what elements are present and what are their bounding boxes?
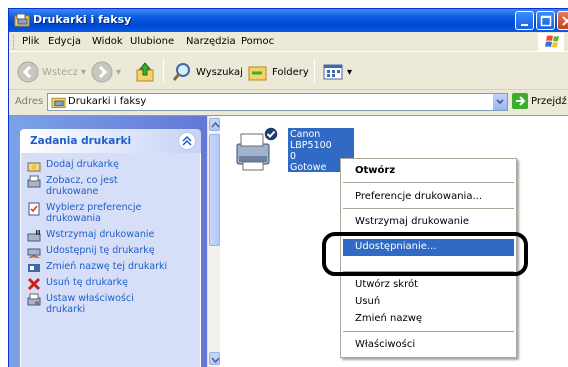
task-label: Zmień nazwę tej drukarki — [46, 261, 168, 272]
printer-tasks-header[interactable]: Zadania drukarki — [20, 129, 201, 153]
properties-icon — [27, 293, 41, 306]
menu-file[interactable]: Plik — [22, 36, 39, 47]
minimize-button[interactable] — [515, 11, 534, 30]
toolbar-separator — [314, 59, 315, 83]
forward-button[interactable]: ▾ — [91, 59, 121, 85]
printer-icon — [236, 126, 279, 171]
folders-label: Foldery — [272, 66, 309, 78]
task-label: Wstrzymaj drukowanie — [46, 229, 155, 240]
task-pane: Zadania drukarki Dodaj drukarkę Zobacz, … — [9, 116, 219, 367]
menu-item-create-shortcut[interactable]: Utwórz skrót — [355, 279, 418, 290]
printers-folder-icon — [51, 97, 66, 109]
task-rename-printer[interactable]: Zmień nazwę tej drukarki — [27, 261, 167, 275]
printer-tasks-panel: Zadania drukarki Dodaj drukarkę Zobacz, … — [20, 129, 201, 367]
preferences-icon — [28, 202, 40, 216]
search-icon — [172, 63, 190, 81]
search-button[interactable]: Wyszukaj — [171, 59, 243, 85]
menu-item-pause-printing[interactable]: Wstrzymaj drukowanie — [355, 216, 469, 227]
task-label: Dodaj drukarkę — [46, 159, 120, 170]
pause-printer-icon — [27, 230, 41, 242]
menu-bar: Plik Edycja Widok Ulubione Narzędzia Pom… — [9, 32, 568, 52]
menu-item-delete[interactable]: Usuń — [355, 296, 380, 307]
scroll-thumb[interactable] — [209, 134, 220, 246]
task-label: Udostępnij tę drukarkę — [46, 245, 155, 256]
highlight-callout — [322, 232, 528, 276]
content-area: Zadania drukarki Dodaj drukarkę Zobacz, … — [9, 115, 568, 367]
task-delete-printer[interactable]: Usuń tę drukarkę — [27, 277, 128, 291]
maximize-button[interactable] — [536, 11, 555, 30]
menu-favorites[interactable]: Ulubione — [130, 36, 174, 47]
back-button[interactable]: Wstecz ▾ — [17, 59, 86, 85]
print-queue-icon — [27, 175, 41, 188]
task-printing-preferences[interactable]: Wybierz preferencje drukowania — [27, 202, 157, 224]
up-folder-button[interactable] — [135, 59, 155, 85]
menu-edit[interactable]: Edycja — [48, 36, 81, 47]
delete-icon — [27, 277, 41, 291]
menu-item-properties[interactable]: Właściwości — [355, 339, 415, 350]
scroll-up-arrow[interactable] — [209, 118, 220, 131]
menu-item-rename[interactable]: Zmień nazwę — [355, 313, 422, 324]
menu-help[interactable]: Pomoc — [241, 36, 274, 47]
title-bar[interactable]: Drukarki i faksy — [9, 9, 568, 32]
forward-dropdown-icon[interactable]: ▾ — [116, 67, 121, 78]
standard-toolbar: Wstecz ▾ ▾ Wyszukaj Foldery ▾ — [9, 53, 568, 90]
up-folder-icon — [136, 62, 154, 82]
printer-name: Canon LBP5100 — [290, 129, 332, 151]
printers-folder-icon — [14, 13, 30, 27]
window-title: Drukarki i faksy — [33, 13, 132, 26]
task-add-printer[interactable]: Dodaj drukarkę — [27, 159, 119, 173]
task-pane-scrollbar[interactable] — [207, 116, 220, 367]
add-printer-icon — [27, 162, 41, 172]
menu-view[interactable]: Widok — [92, 36, 123, 47]
back-label: Wstecz — [42, 66, 78, 78]
address-dropdown-button[interactable] — [492, 94, 507, 110]
task-printer-properties[interactable]: Ustaw właściwości drukarki — [27, 293, 157, 315]
menu-grip — [13, 35, 16, 49]
task-label: Usuń tę drukarkę — [46, 277, 128, 288]
address-field[interactable]: Drukarki i faksy — [47, 93, 508, 111]
back-dropdown-icon[interactable]: ▾ — [81, 67, 86, 78]
task-see-printing[interactable]: Zobacz, co jest drukowane — [27, 175, 157, 197]
collapse-chevron-icon[interactable] — [178, 132, 196, 150]
printer-tasks-title: Zadania drukarki — [30, 135, 132, 147]
scroll-down-arrow[interactable] — [209, 352, 220, 365]
task-label: Wybierz preferencje drukowania — [46, 202, 142, 224]
go-button[interactable]: Przejdź — [512, 93, 567, 109]
views-icon — [323, 64, 343, 80]
menu-item-printing-preferences[interactable]: Preferencje drukowania... — [355, 191, 482, 202]
task-share-printer[interactable]: Udostępnij tę drukarkę — [27, 245, 155, 259]
go-arrow-icon — [512, 93, 528, 109]
menu-item-open[interactable]: Otwórz — [355, 165, 395, 176]
go-label: Przejdź — [531, 95, 567, 107]
menu-separator — [343, 182, 514, 183]
task-label: Zobacz, co jest drukowane — [46, 175, 118, 197]
windows-logo-icon — [538, 33, 564, 51]
close-button[interactable] — [557, 11, 568, 30]
task-label: Ustaw właściwości drukarki — [46, 293, 134, 315]
forward-arrow-icon — [91, 61, 113, 83]
back-arrow-icon — [17, 61, 39, 83]
explorer-window: Drukarki i faksy Plik Edycja Widok Ulubi… — [8, 8, 568, 367]
folders-button[interactable]: Foldery — [247, 59, 309, 85]
rename-icon — [28, 264, 40, 272]
toolbar-separator — [163, 59, 164, 83]
address-label: Adres — [15, 96, 44, 107]
share-printer-icon — [27, 248, 41, 259]
views-dropdown-icon[interactable]: ▾ — [347, 67, 352, 78]
printer-tasks-list: Dodaj drukarkę Zobacz, co jest drukowane… — [20, 153, 201, 367]
address-bar: Adres Drukarki i faksy Przejdź — [9, 91, 568, 113]
menu-tools[interactable]: Narzędzia — [186, 36, 236, 47]
views-button[interactable]: ▾ — [322, 59, 352, 85]
menu-separator — [343, 208, 514, 209]
task-pause-printing[interactable]: Wstrzymaj drukowanie — [27, 229, 154, 243]
printer-canon-lbp5100[interactable] — [231, 126, 281, 174]
search-label: Wyszukaj — [196, 66, 243, 78]
address-value: Drukarki i faksy — [68, 96, 147, 107]
folders-icon — [248, 66, 267, 81]
menu-separator — [343, 331, 514, 332]
